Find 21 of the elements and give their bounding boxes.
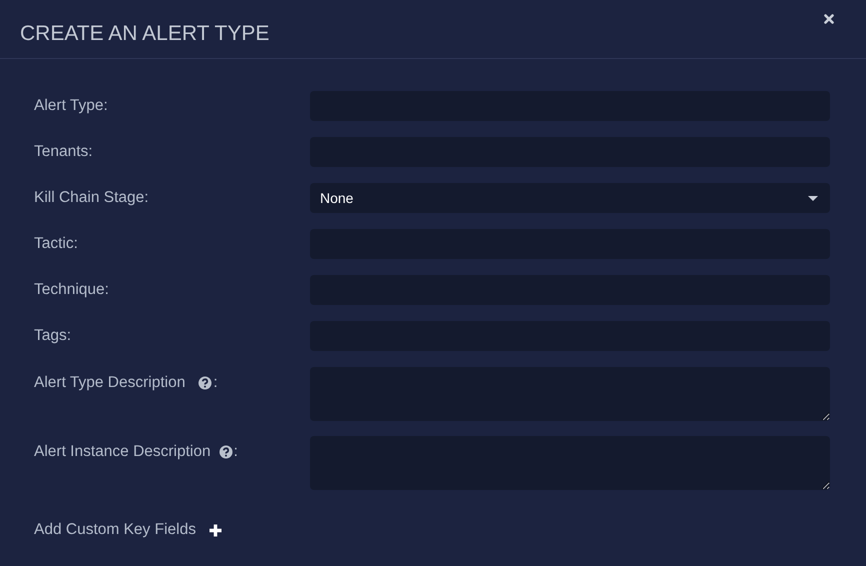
field-label: Alert Type: <box>34 97 108 115</box>
field-label: Alert Type Description <box>34 374 186 392</box>
field-label: Technique: <box>34 281 109 299</box>
field-label: Kill Chain Stage: <box>34 189 149 207</box>
help-icon[interactable] <box>198 376 212 390</box>
field-label: Tactic: <box>34 235 78 253</box>
close-icon <box>824 14 834 24</box>
add-fields-link[interactable]: Add Custom Key Fields <box>34 521 196 539</box>
dropdown[interactable]: None <box>310 183 830 213</box>
text-area[interactable] <box>310 367 830 421</box>
help-icon[interactable] <box>218 445 233 459</box>
plus-icon[interactable] <box>208 524 222 536</box>
text-area[interactable] <box>310 436 830 490</box>
field-label: Tags: <box>34 327 72 345</box>
field-label: Tenants: <box>34 143 93 161</box>
caret-icon <box>808 196 818 200</box>
close-button[interactable] <box>824 14 834 24</box>
dialog-title: CREATE AN ALERT TYPE <box>20 22 270 46</box>
label-colon: : <box>234 443 238 461</box>
label-colon: : <box>213 374 218 392</box>
field-label: Alert Instance Description <box>34 443 211 461</box>
